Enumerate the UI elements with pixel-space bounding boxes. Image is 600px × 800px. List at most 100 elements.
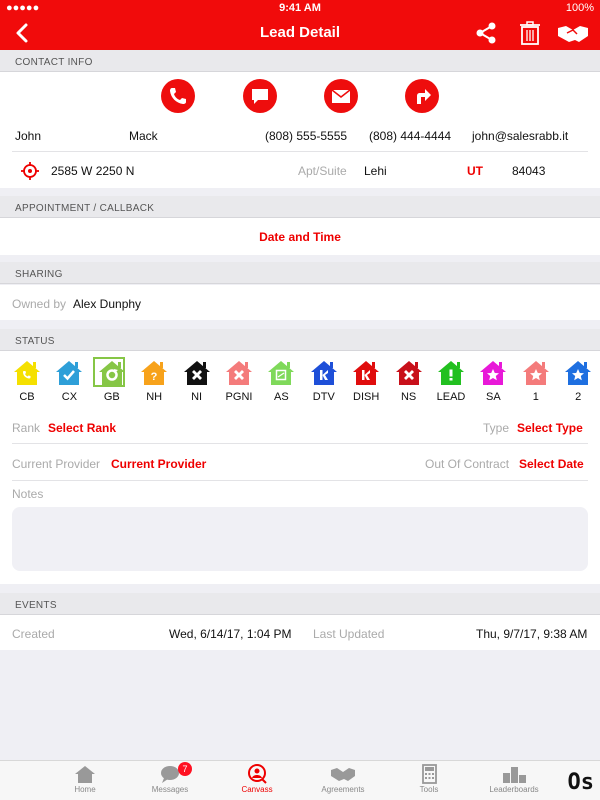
directions-button[interactable] <box>405 79 439 113</box>
tab-home[interactable]: Home <box>45 764 125 794</box>
created-label: Created <box>12 627 55 641</box>
tab-canvass-label: Canvass <box>241 785 273 794</box>
notes-input[interactable] <box>12 507 588 571</box>
type-label: Type <box>483 421 510 435</box>
tab-agreements[interactable]: Agreements <box>303 764 383 794</box>
phone-primary-field[interactable]: (808) 555-5555 <box>265 129 347 143</box>
out-of-contract-label: Out Of Contract <box>425 457 510 471</box>
crosshair-icon[interactable] <box>20 161 40 181</box>
messages-badge: 7 <box>178 762 192 776</box>
house-icon <box>353 361 380 385</box>
phone-secondary-field[interactable]: (808) 444-4444 <box>369 129 451 143</box>
rank-label: Rank <box>12 421 41 435</box>
owned-by-label: Owned by <box>12 297 67 311</box>
tab-messages-label: Messages <box>151 785 189 794</box>
status-option-lead[interactable]: LEAD <box>434 359 468 403</box>
tab-tools-label: Tools <box>419 785 439 794</box>
current-provider-button[interactable]: Current Provider <box>111 457 206 471</box>
divider <box>12 151 588 152</box>
date-time-button[interactable]: Date and Time <box>0 230 600 244</box>
select-rank-button[interactable]: Select Rank <box>48 421 116 435</box>
status-option-2[interactable]: 2 <box>561 359 595 403</box>
tab-home-label: Home <box>74 785 96 794</box>
sharing-header: SHARING <box>0 262 600 284</box>
city-field[interactable]: Lehi <box>364 164 387 178</box>
house-icon <box>438 361 464 385</box>
last-name-field[interactable]: Mack <box>129 129 158 143</box>
state-field[interactable]: UT <box>467 164 483 178</box>
tab-leaderboards[interactable]: Leaderboards <box>474 764 554 794</box>
svg-text:?: ? <box>151 371 158 383</box>
email-field[interactable]: john@salesrabb.it <box>472 129 568 143</box>
status-option-cx[interactable]: CX <box>52 359 86 403</box>
status-option-1[interactable]: 1 <box>519 359 553 403</box>
navigation-bar: Lead Detail <box>0 16 600 50</box>
calculator-icon <box>422 764 437 784</box>
apt-suite-field[interactable]: Apt/Suite <box>298 164 347 178</box>
home-icon <box>75 766 95 783</box>
tab-canvass[interactable]: Canvass <box>217 764 297 794</box>
house-icon <box>14 361 40 385</box>
page-title: Lead Detail <box>259 24 341 41</box>
status-bar: ●●●●● 9:41 AM 100% <box>0 0 600 16</box>
battery-indicator: 100% <box>565 2 594 14</box>
status-option-sa[interactable]: SA <box>476 359 510 403</box>
house-icon: ? <box>141 361 168 385</box>
status-time: 9:41 AM <box>279 2 321 14</box>
message-button[interactable] <box>243 79 277 113</box>
podium-icon <box>503 767 526 783</box>
email-button[interactable] <box>324 79 358 113</box>
select-date-button[interactable]: Select Date <box>519 457 584 471</box>
first-name-field[interactable]: John <box>15 129 41 143</box>
phone-icon <box>170 88 186 104</box>
select-type-button[interactable]: Select Type <box>517 421 583 435</box>
status-option-ni[interactable]: NI <box>180 359 214 403</box>
status-option-ns[interactable]: NS <box>392 359 426 403</box>
house-icon <box>226 361 252 385</box>
current-provider-label: Current Provider <box>12 457 101 471</box>
watermark-logo: Os <box>567 770 595 795</box>
contact-info-header: CONTACT INFO <box>0 50 600 72</box>
created-value: Wed, 6/14/17, 1:04 PM <box>169 627 292 641</box>
divider <box>12 443 588 444</box>
house-icon <box>56 361 83 385</box>
call-button[interactable] <box>161 79 195 113</box>
status-option-label: 2 <box>575 391 582 403</box>
house-icon <box>565 361 592 385</box>
status-option-gb[interactable]: GB <box>92 357 129 403</box>
handshake-icon[interactable] <box>557 20 589 46</box>
tab-tools[interactable]: Tools <box>389 764 469 794</box>
tab-messages[interactable]: 7 Messages <box>130 762 210 794</box>
owner-name[interactable]: Alex Dunphy <box>73 297 141 311</box>
last-updated-value: Thu, 9/7/17, 9:38 AM <box>476 627 588 641</box>
address-field[interactable]: 2585 W 2250 N <box>51 164 134 178</box>
status-option-dtv[interactable]: DTV <box>307 359 341 403</box>
tab-leaderboards-label: Leaderboards <box>489 785 539 794</box>
house-icon <box>480 361 507 385</box>
share-icon[interactable] <box>474 20 498 46</box>
status-option-as[interactable]: AS <box>264 359 298 403</box>
events-header: EVENTS <box>0 593 600 615</box>
status-option-dish[interactable]: DISH <box>349 359 383 403</box>
canvass-icon <box>248 764 267 784</box>
envelope-icon <box>331 89 351 103</box>
house-icon <box>268 361 295 385</box>
handshake-icon <box>331 768 355 781</box>
divider <box>12 480 588 481</box>
last-updated-label: Last Updated <box>313 627 385 641</box>
trash-icon[interactable] <box>519 20 541 46</box>
status-option-nh[interactable]: ? NH <box>137 359 171 403</box>
status-option-pgni[interactable]: PGNI <box>222 359 256 403</box>
chat-bubble-icon <box>252 89 268 104</box>
directions-arrow-icon <box>417 89 431 104</box>
notes-label: Notes <box>12 487 44 501</box>
selected-indicator <box>92 357 125 387</box>
tab-agreements-label: Agreements <box>321 785 365 794</box>
tab-bar: Home 7 Messages Canvass Agreements Tools <box>0 760 600 800</box>
status-header: STATUS <box>0 329 600 351</box>
zip-field[interactable]: 84043 <box>512 164 545 178</box>
status-option-cb[interactable]: CB <box>10 359 44 403</box>
house-icon <box>395 361 422 385</box>
appointment-header: APPOINTMENT / CALLBACK <box>0 196 600 218</box>
house-icon <box>522 361 549 385</box>
